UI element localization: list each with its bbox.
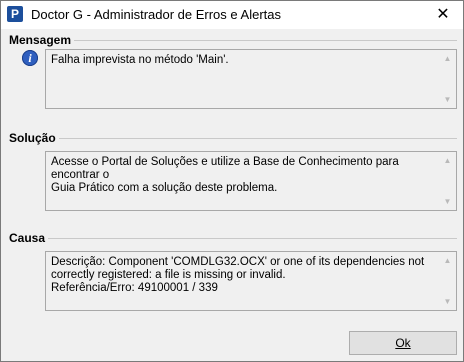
message-textbox[interactable]: Falha imprevista no método 'Main'. ▲ ▼ — [45, 49, 457, 109]
group-divider — [9, 138, 457, 139]
window-title: Doctor G - Administrador de Erros e Aler… — [31, 7, 281, 22]
title-bar[interactable]: P Doctor G - Administrador de Erros e Al… — [1, 1, 463, 29]
message-scrollbar[interactable]: ▲ ▼ — [439, 50, 456, 108]
group-label-solucao: Solução — [9, 131, 59, 145]
group-solucao: Solução Acesse o Portal de Soluções e ut… — [9, 131, 457, 221]
app-icon-letter: P — [10, 7, 19, 21]
group-divider — [9, 238, 457, 239]
scroll-up-icon[interactable]: ▲ — [439, 152, 456, 169]
message-text: Falha imprevista no método 'Main'. — [51, 54, 229, 66]
close-icon: ✕ — [436, 6, 450, 23]
solution-textbox[interactable]: Acesse o Portal de Soluções e utilize a … — [45, 151, 457, 211]
scroll-down-icon[interactable]: ▼ — [439, 293, 456, 310]
ok-button[interactable]: Ok — [349, 331, 457, 355]
group-label-mensagem: Mensagem — [9, 33, 75, 47]
scroll-up-icon[interactable]: ▲ — [439, 50, 456, 67]
dialog-window: P Doctor G - Administrador de Erros e Al… — [0, 0, 464, 362]
group-causa: Causa Descrição: Component 'COMDLG32.OCX… — [9, 231, 457, 321]
scroll-down-icon[interactable]: ▼ — [439, 91, 456, 108]
group-divider — [9, 40, 457, 41]
solution-text: Acesse o Portal de Soluções e utilize a … — [51, 156, 399, 194]
scroll-up-icon[interactable]: ▲ — [439, 252, 456, 269]
cause-scrollbar[interactable]: ▲ ▼ — [439, 252, 456, 310]
group-label-causa: Causa — [9, 231, 49, 245]
scroll-down-icon[interactable]: ▼ — [439, 193, 456, 210]
close-button[interactable]: ✕ — [423, 1, 463, 28]
app-icon: P — [7, 6, 23, 22]
cause-text: Descrição: Component 'COMDLG32.OCX' or o… — [51, 256, 425, 294]
solution-scrollbar[interactable]: ▲ ▼ — [439, 152, 456, 210]
cause-textbox[interactable]: Descrição: Component 'COMDLG32.OCX' or o… — [45, 251, 457, 311]
info-icon: i — [22, 50, 38, 66]
ok-button-label: Ok — [395, 336, 411, 350]
group-mensagem: Mensagem i Falha imprevista no método 'M… — [9, 33, 457, 115]
